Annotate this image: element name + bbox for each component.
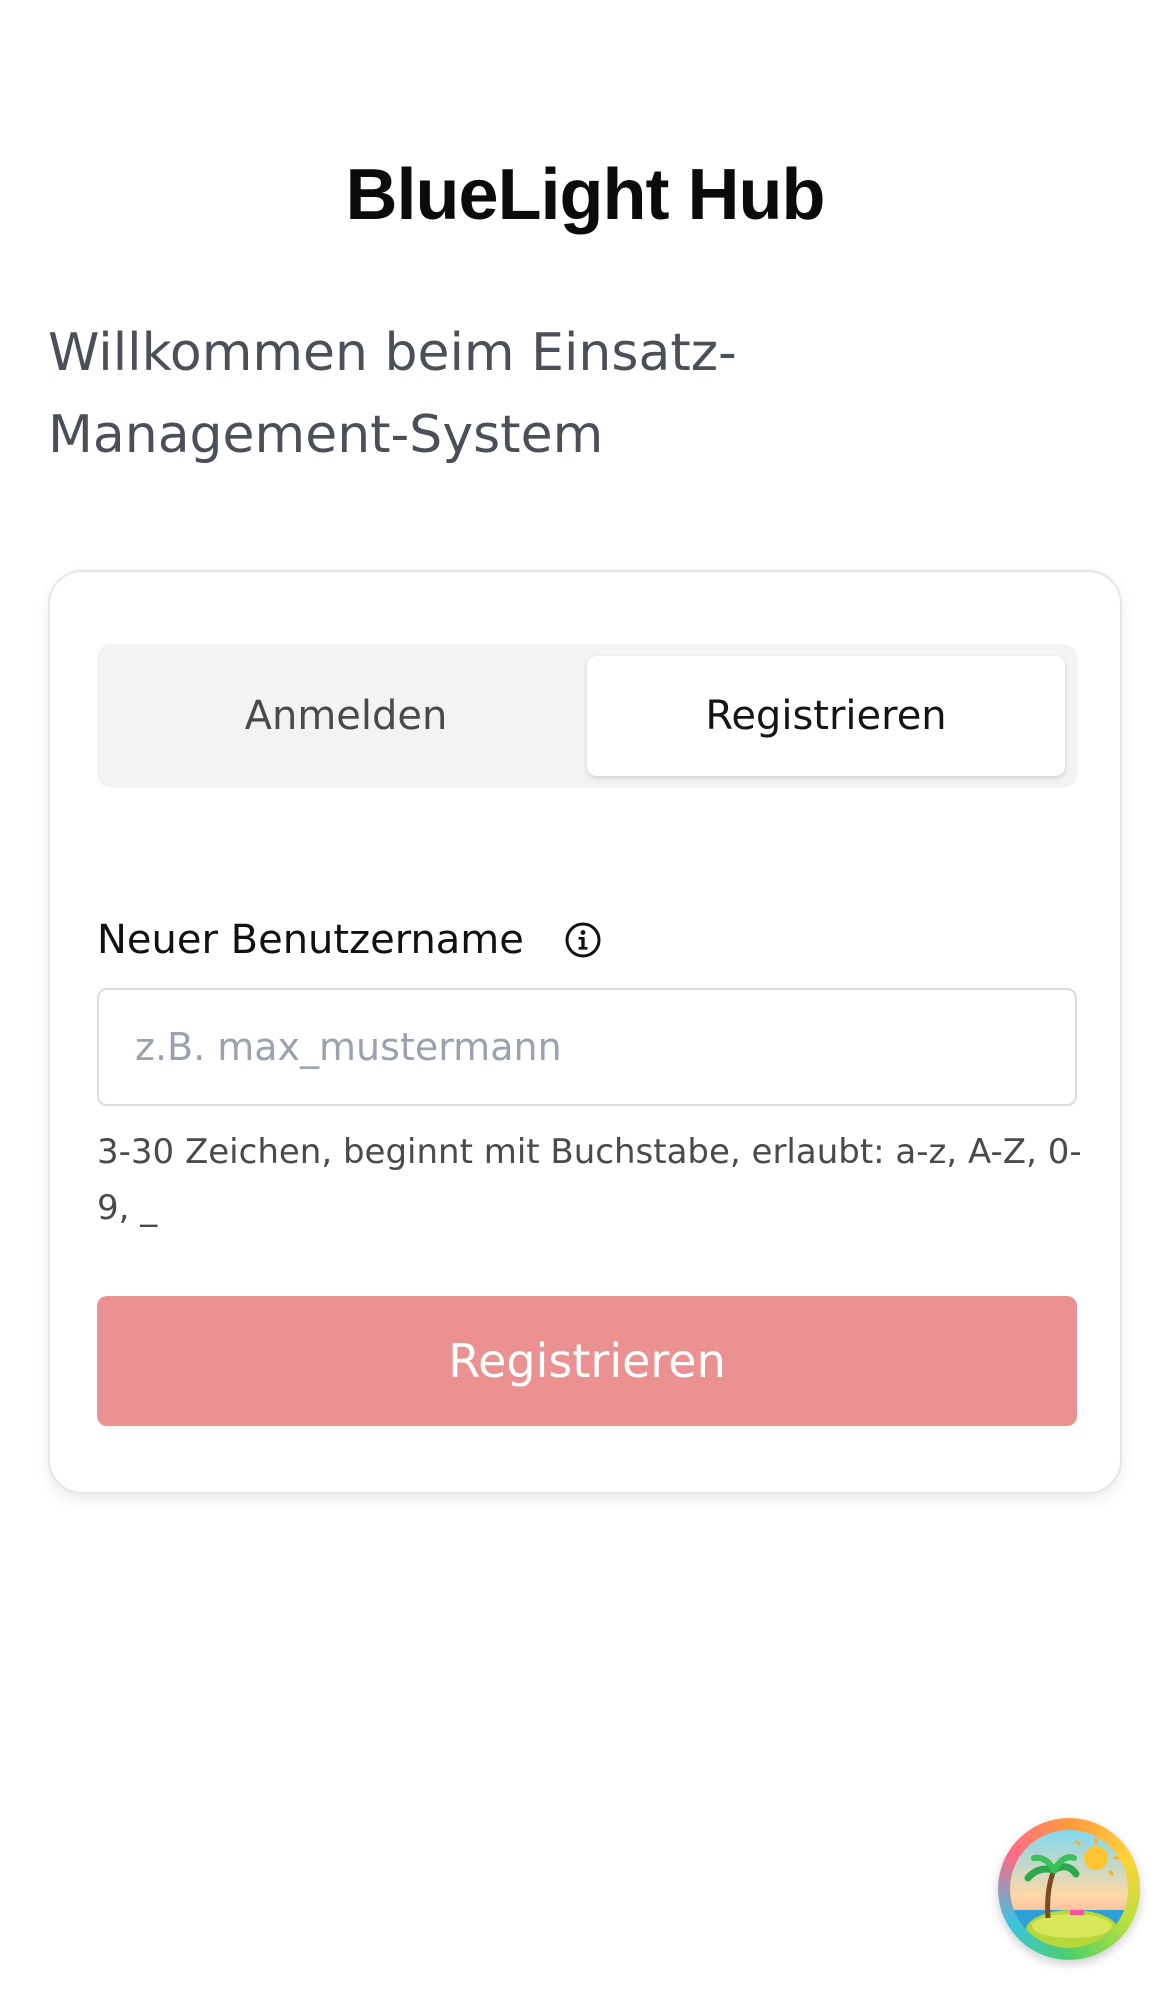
floating-avatar-button[interactable] [998, 1818, 1140, 1960]
tab-register[interactable]: Registrieren [587, 656, 1065, 776]
app-title: BlueLight Hub [345, 155, 826, 235]
username-input[interactable] [97, 988, 1077, 1106]
auth-tabs: Anmelden Registrieren [97, 644, 1077, 788]
username-label: Neuer Benutzername [97, 917, 524, 963]
tab-login[interactable]: Anmelden [107, 656, 585, 776]
auth-card: Anmelden Registrieren Neuer Benutzername… [48, 570, 1122, 1494]
info-icon[interactable] [564, 921, 602, 959]
welcome-subtitle: Willkommen beim Einsatz-Management-Syste… [48, 323, 737, 465]
register-submit-button[interactable]: Registrieren [97, 1296, 1077, 1426]
island-avatar-icon [1010, 1830, 1128, 1948]
username-hint: 3-30 Zeichen, beginnt mit Buchstabe, erl… [97, 1132, 1082, 1228]
username-label-row: Neuer Benutzername [97, 910, 602, 970]
